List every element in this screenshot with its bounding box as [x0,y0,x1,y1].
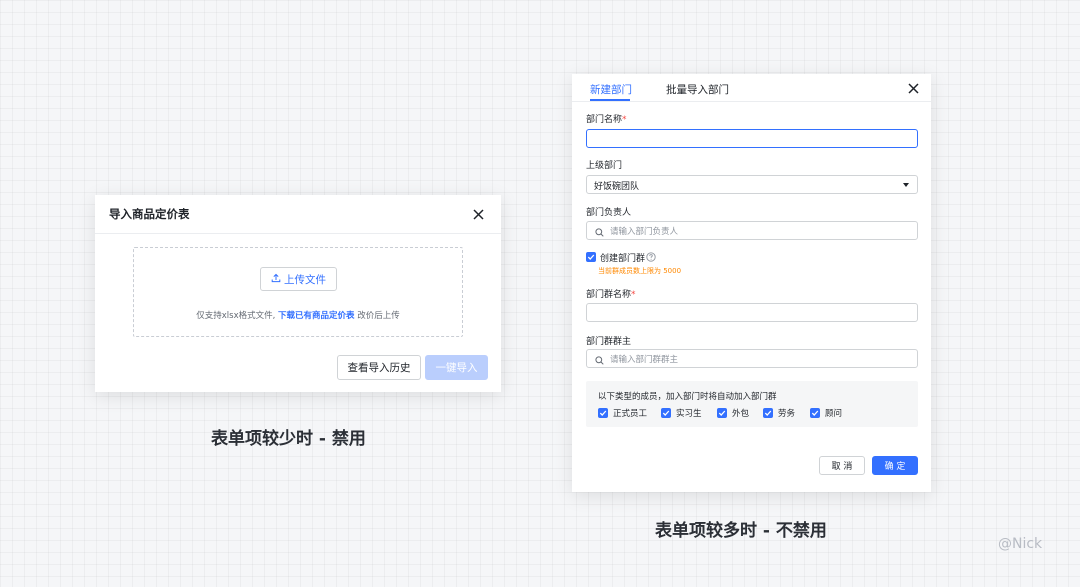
required-mark: * [631,290,636,300]
caption-many-fields: 表单项较多时 - 不禁用 [655,521,827,541]
active-tab-indicator [590,99,630,101]
member-type-option[interactable]: 实习生 [661,407,702,419]
upload-icon [271,273,281,286]
upload-dropzone[interactable]: 上传文件 仅支持xlsx格式文件, 下载已有商品定价表 改价后上传 [133,247,463,337]
member-type-label: 正式员工 [613,409,648,419]
upload-note-prefix: 仅支持xlsx格式文件, [196,311,276,321]
parent-dept-label: 上级部门 [586,161,623,171]
auto-join-title: 以下类型的成员，加入部门时将自动加入部门群 [598,392,777,402]
upload-note-suffix: 改价后上传 [357,311,400,321]
parent-dept-value: 好饭碗团队 [594,182,640,192]
dept-owner-label: 部门负责人 [586,208,632,218]
member-type-option[interactable]: 外包 [717,407,749,419]
watermark: @Nick [998,536,1043,552]
confirm-button[interactable]: 确 定 [872,456,918,475]
search-icon [595,226,604,240]
import-pricing-dialog: 导入商品定价表 上传文件 仅支持xlsx格式文件, 下载已有商品定价表 改价后上… [95,195,501,392]
required-mark: * [622,115,627,125]
member-type-label: 顾问 [825,409,843,419]
member-type-checkbox[interactable] [810,408,820,418]
cancel-button[interactable]: 取 消 [819,456,865,475]
member-type-label: 实习生 [676,409,702,419]
dept-owner-input[interactable]: 请输入部门负责人 [586,221,918,240]
upload-note: 仅支持xlsx格式文件, 下载已有商品定价表 改价后上传 [134,309,462,321]
create-group-label: 创建部门群 [600,254,646,264]
member-type-option[interactable]: 正式员工 [598,407,647,419]
member-type-label: 外包 [732,409,750,419]
caption-few-fields: 表单项较少时 - 禁用 [211,429,366,449]
close-icon[interactable] [908,83,922,97]
group-name-input[interactable] [586,303,918,322]
one-click-import-button[interactable]: 一键导入 [425,355,488,380]
parent-dept-select[interactable]: 好饭碗团队 [586,175,918,194]
auto-join-panel: 以下类型的成员，加入部门时将自动加入部门群 正式员工 实习生 外包 劳务 顾问 [586,381,918,427]
tab-new-department[interactable]: 新建部门 [590,82,632,97]
dept-name-input[interactable] [586,129,918,148]
member-type-checkbox[interactable] [763,408,773,418]
member-type-option[interactable]: 顾问 [810,407,842,419]
close-icon[interactable] [473,209,487,223]
search-icon [595,354,604,368]
group-owner-label: 部门群群主 [586,337,632,347]
create-group-checkbox[interactable] [586,252,596,262]
member-type-checkbox[interactable] [661,408,671,418]
caret-down-icon [903,183,909,187]
member-type-label: 劳务 [778,409,796,419]
group-limit-note: 当前群成员数上限为 5000 [598,267,682,275]
tab-batch-import[interactable]: 批量导入部门 [666,82,729,97]
help-circle-icon[interactable] [646,251,656,265]
upload-file-button[interactable]: 上传文件 [260,267,337,291]
dialog-title: 导入商品定价表 [109,207,190,221]
view-import-history-button[interactable]: 查看导入历史 [337,355,421,380]
member-type-checkbox[interactable] [598,408,608,418]
member-type-checkbox[interactable] [717,408,727,418]
tab-divider [572,101,931,102]
download-template-link[interactable]: 下载已有商品定价表 [278,311,355,321]
dept-owner-placeholder: 请输入部门负责人 [610,227,679,237]
group-owner-placeholder: 请输入部门群群主 [610,355,679,365]
upload-file-label: 上传文件 [284,273,326,286]
group-name-label: 部门群名称* [586,290,636,300]
header-divider [95,233,501,234]
new-department-dialog: 新建部门 批量导入部门 部门名称* 上级部门 好饭碗团队 部门负责人 请输入部门… [572,74,931,492]
member-type-option[interactable]: 劳务 [763,407,795,419]
group-owner-input[interactable]: 请输入部门群群主 [586,349,918,368]
dept-name-label: 部门名称* [586,115,627,125]
